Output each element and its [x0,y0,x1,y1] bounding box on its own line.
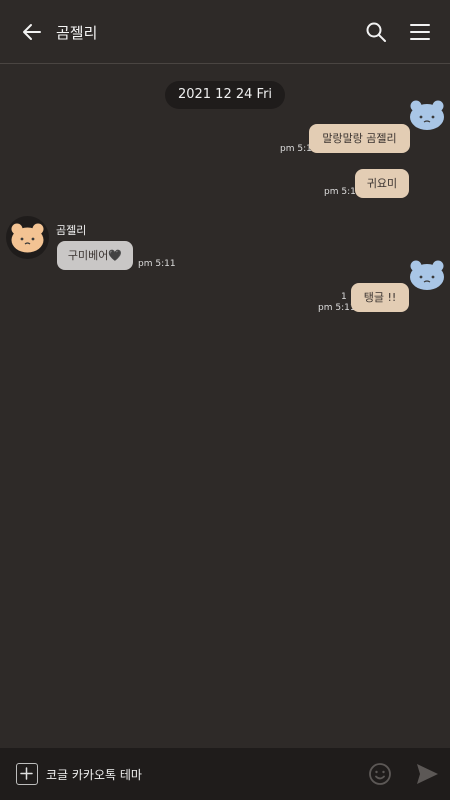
message-input-bar [0,748,450,800]
message-bubble[interactable]: 말랑말랑 곰젤리 [309,124,410,153]
message-time: pm 5:11 [318,303,356,313]
chat-header: 곰젤리 [0,0,450,64]
orange-bear-avatar-icon [11,223,44,253]
hamburger-menu-icon [410,24,430,40]
message-text: 말랑말랑 곰젤리 [322,132,397,145]
message-bubble[interactable]: 탱글 !! [351,283,409,312]
message-text: 귀요미 [366,177,398,190]
sender-name: 곰젤리 [56,224,87,237]
message-input[interactable] [46,762,346,786]
smiley-icon [369,763,391,785]
message-bubble[interactable]: 귀요미 [355,169,409,198]
message-text: 탱글 !! [363,291,397,304]
search-icon [366,22,386,42]
send-button[interactable] [414,762,440,786]
avatar[interactable] [6,216,49,259]
date-divider: 2021 12 24 Fri [165,81,285,109]
emoji-button[interactable] [368,762,392,786]
attach-button[interactable] [16,763,38,785]
menu-button[interactable] [408,20,432,44]
blue-bear-avatar-icon [410,260,444,290]
plus-square-icon [20,767,33,780]
search-button[interactable] [364,20,388,44]
message-time: pm 5:11 [138,259,176,269]
blue-bear-avatar-icon [410,100,444,130]
message-bubble[interactable]: 구미베어🖤 [57,241,133,270]
back-button[interactable] [20,20,44,44]
chat-title: 곰젤리 [56,24,98,42]
unread-count: 1 [341,292,347,302]
send-icon [417,764,438,784]
arrow-left-icon [23,24,41,40]
message-text: 구미베어🖤 [67,249,123,262]
